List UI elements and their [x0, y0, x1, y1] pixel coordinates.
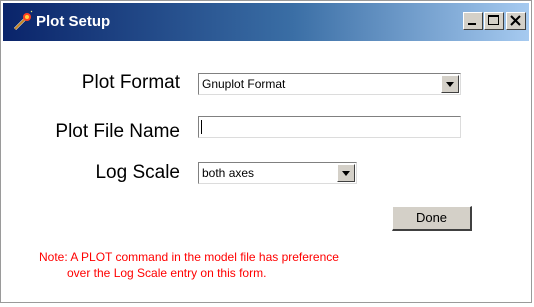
- note-line-1: Note: A PLOT command in the model file h…: [39, 250, 339, 264]
- title-bar[interactable]: Plot Setup: [3, 3, 529, 41]
- window-title: Plot Setup: [36, 13, 111, 30]
- log-scale-label: Log Scale: [95, 162, 180, 183]
- plot-format-select[interactable]: Gnuplot Format: [198, 73, 461, 95]
- done-button[interactable]: Done: [392, 206, 472, 231]
- chevron-down-icon[interactable]: [337, 164, 355, 182]
- plot-file-label: Plot File Name: [55, 121, 180, 142]
- note-text: Note: A PLOT command in the model file h…: [39, 249, 339, 281]
- plot-setup-window: Plot Setup Plot Format Gnuplot Format Pl: [0, 0, 532, 303]
- close-button[interactable]: [506, 12, 526, 30]
- chevron-down-icon[interactable]: [441, 75, 459, 93]
- close-icon: [510, 15, 521, 26]
- plot-format-label: Plot Format: [81, 72, 180, 93]
- wand-icon: [12, 10, 34, 32]
- minimize-button[interactable]: [463, 12, 483, 30]
- text-caret: [201, 120, 202, 134]
- plot-format-value: Gnuplot Format: [202, 77, 286, 91]
- maximize-button[interactable]: [484, 12, 504, 30]
- note-line-2: over the Log Scale entry on this form.: [67, 266, 267, 280]
- plot-file-input[interactable]: [198, 116, 461, 138]
- maximize-icon: [488, 15, 499, 25]
- minimize-icon: [468, 23, 476, 25]
- log-scale-value: both axes: [202, 166, 255, 180]
- log-scale-select[interactable]: both axes: [198, 162, 357, 184]
